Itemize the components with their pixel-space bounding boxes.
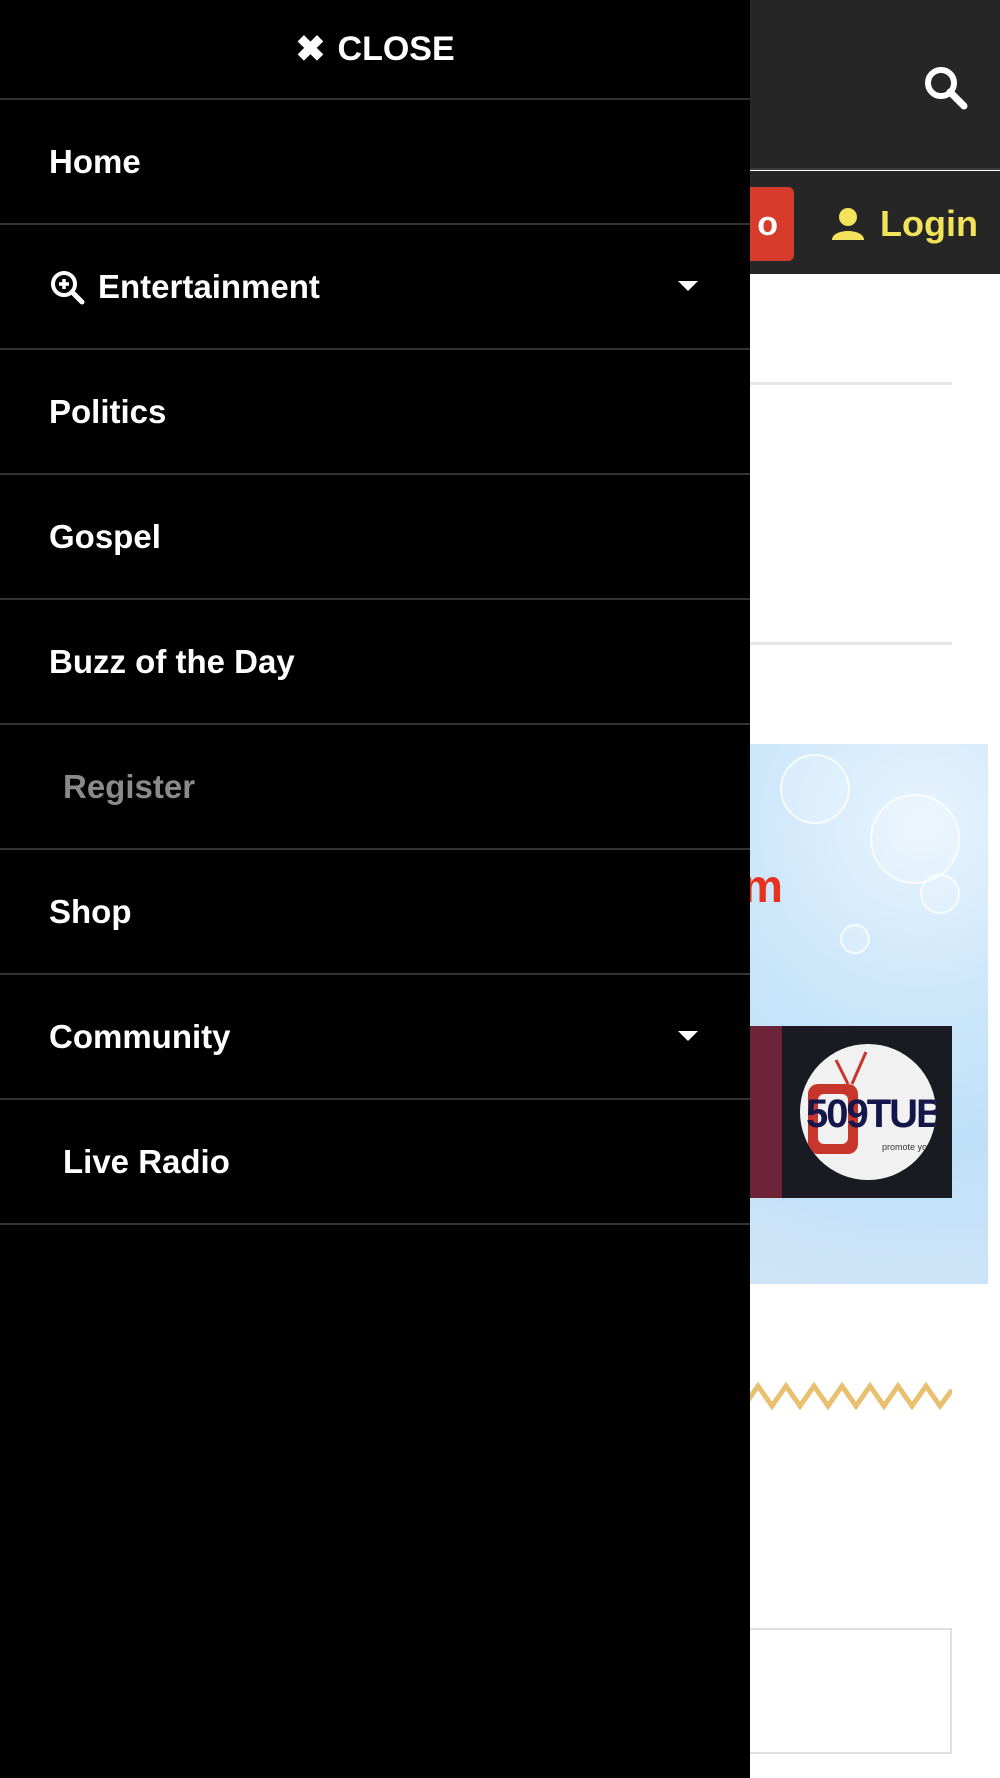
login-label: Login <box>880 203 978 244</box>
menu-item-politics[interactable]: Politics <box>0 350 750 475</box>
zoom-in-icon <box>51 270 85 304</box>
user-icon <box>832 208 864 240</box>
close-button[interactable]: ✖ CLOSE <box>0 0 750 100</box>
tube-logo: 509TUBE promote yo <box>800 1044 936 1180</box>
caret-down-icon[interactable] <box>678 281 698 291</box>
search-button[interactable] <box>922 64 970 112</box>
menu-item-label: Buzz of the Day <box>49 642 295 680</box>
tube-logo-subtext: promote yo <box>882 1142 928 1152</box>
close-label: CLOSE <box>337 29 455 68</box>
menu-item-shop[interactable]: Shop <box>0 850 750 975</box>
menu-item-label: Home <box>49 142 141 180</box>
side-drawer: ✖ CLOSE Home Entertainment Politics Gosp… <box>0 0 750 1778</box>
bubble-decoration <box>840 924 870 954</box>
menu-item-community[interactable]: Community <box>0 975 750 1100</box>
close-icon: ✖ <box>295 28 326 69</box>
menu-item-live-radio[interactable]: Live Radio <box>0 1100 750 1225</box>
bubble-decoration <box>870 794 960 884</box>
menu-item-buzz-of-the-day[interactable]: Buzz of the Day <box>0 600 750 725</box>
menu-item-label: Register <box>63 767 196 805</box>
menu-item-entertainment[interactable]: Entertainment <box>0 225 750 350</box>
menu-item-gospel[interactable]: Gospel <box>0 475 750 600</box>
menu-item-label: Politics <box>49 392 167 430</box>
caret-down-icon[interactable] <box>678 1031 698 1041</box>
drawer-menu: Home Entertainment Politics Gospel Buzz … <box>0 100 750 1225</box>
login-button[interactable]: Login <box>830 196 978 252</box>
menu-item-register[interactable]: Register <box>0 725 750 850</box>
menu-item-label: Gospel <box>49 517 161 555</box>
menu-item-label: Community <box>49 1017 231 1055</box>
menu-item-label: Live Radio <box>63 1142 230 1180</box>
menu-item-label: Shop <box>49 892 132 930</box>
tube-logo-text: 509TUBE <box>806 1092 936 1136</box>
menu-item-home[interactable]: Home <box>0 100 750 225</box>
bubble-decoration <box>780 754 850 824</box>
search-icon <box>925 67 968 110</box>
bubble-decoration <box>920 874 960 914</box>
menu-item-label: Entertainment <box>98 267 320 305</box>
